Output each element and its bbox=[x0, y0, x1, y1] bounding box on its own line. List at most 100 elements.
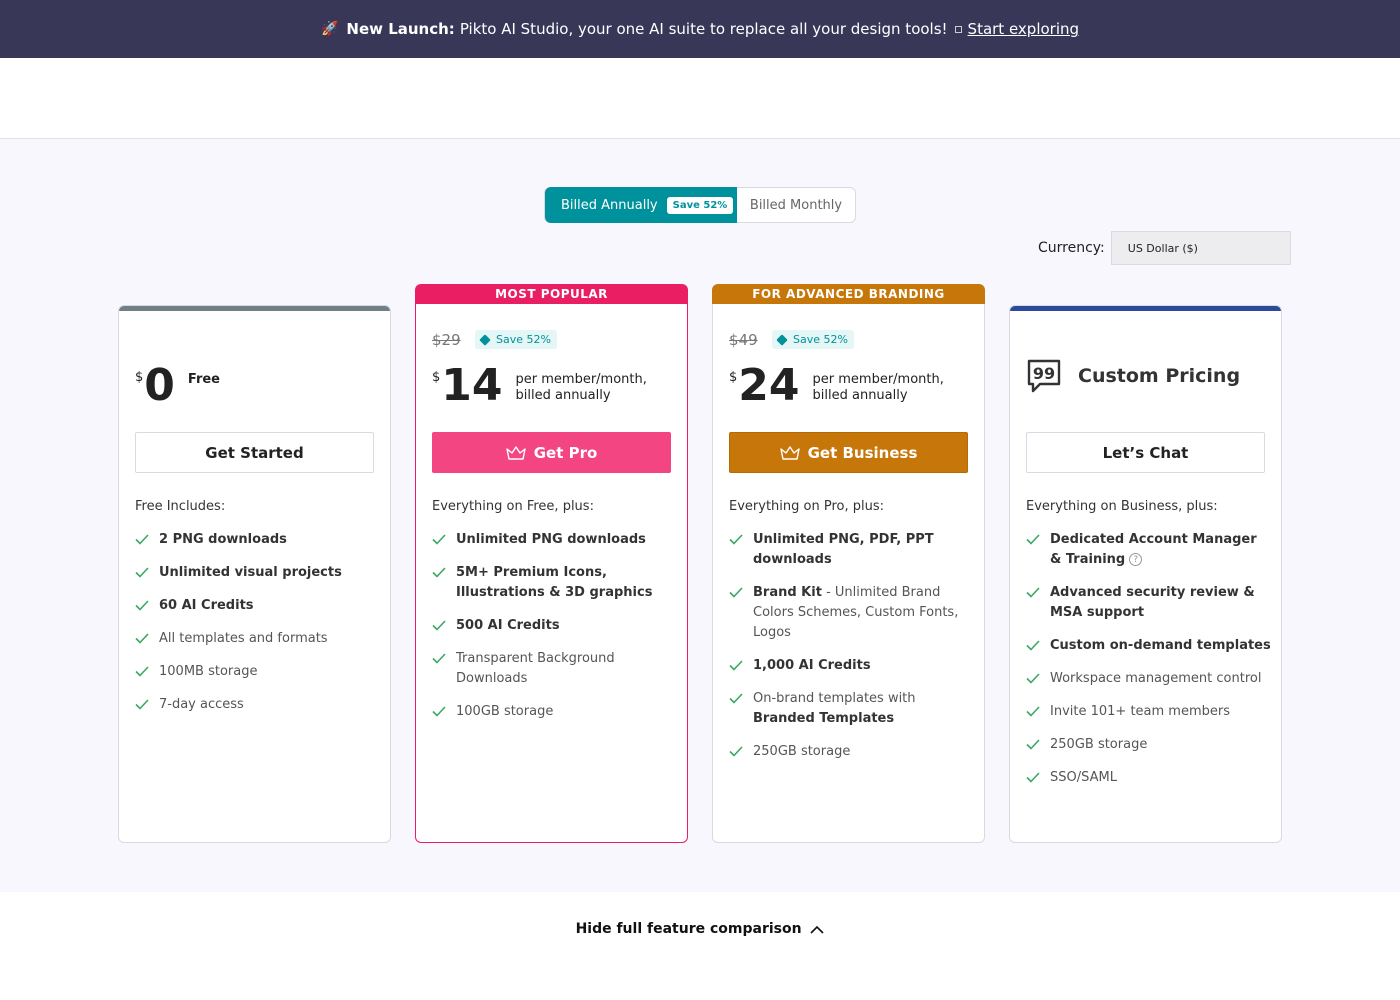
plan-accent-bar bbox=[119, 306, 390, 311]
plan-price: $ 14 per member/month, billed annually bbox=[432, 364, 686, 408]
plan-includes-heading: Everything on Pro, plus: bbox=[729, 499, 884, 514]
check-icon bbox=[1026, 640, 1040, 651]
list-item: 7-day access bbox=[135, 695, 380, 715]
check-icon bbox=[135, 633, 149, 644]
check-icon bbox=[1026, 706, 1040, 717]
list-item: 100GB storage bbox=[432, 702, 677, 722]
list-item: Unlimited PNG, PDF, PPT downloads bbox=[729, 530, 974, 570]
banner-text: Pikto AI Studio, your one AI suite to re… bbox=[459, 20, 948, 38]
price-amount: 0 bbox=[144, 360, 175, 411]
get-started-button[interactable]: Get Started bbox=[135, 432, 374, 473]
check-icon bbox=[135, 666, 149, 677]
check-icon bbox=[432, 534, 446, 545]
get-pro-button[interactable]: Get Pro bbox=[432, 432, 671, 473]
plan-card-free: $ 0 Free Get Started Free Includes: 2 PN… bbox=[118, 305, 391, 843]
list-item: Unlimited visual projects bbox=[135, 563, 380, 583]
plan-card-business: FOR ADVANCED BRANDING $49 Save 52% $ 24 … bbox=[712, 284, 985, 843]
currency-symbol: $ bbox=[729, 370, 738, 385]
feature-list: Unlimited PNG, PDF, PPT downloads Brand … bbox=[729, 530, 974, 775]
plan-includes-heading: Free Includes: bbox=[135, 499, 226, 514]
list-item: 60 AI Credits bbox=[135, 596, 380, 616]
list-item: 250GB storage bbox=[729, 742, 974, 762]
list-item: Custom on-demand templates bbox=[1026, 636, 1271, 656]
check-icon bbox=[432, 567, 446, 578]
list-item: 5M+ Premium Icons, Illustrations & 3D gr… bbox=[432, 563, 677, 603]
currency-symbol: $ bbox=[135, 370, 144, 385]
navbar bbox=[0, 58, 1400, 139]
check-icon bbox=[135, 534, 149, 545]
old-price: $49 bbox=[729, 331, 758, 349]
rocket-icon: 🚀 bbox=[320, 21, 339, 37]
old-price: $29 bbox=[432, 331, 461, 349]
check-icon bbox=[729, 534, 743, 545]
billed-monthly-option[interactable]: Billed Monthly bbox=[737, 188, 855, 222]
currency-label: Currency: bbox=[1038, 240, 1105, 256]
advanced-branding-ribbon: FOR ADVANCED BRANDING bbox=[712, 284, 985, 304]
plan-card-pro: MOST POPULAR $29 Save 52% $ 14 per membe… bbox=[415, 284, 688, 843]
list-item: 2 PNG downloads bbox=[135, 530, 380, 550]
help-icon[interactable]: ? bbox=[1129, 553, 1143, 566]
quote-bubble-icon: 99 bbox=[1027, 359, 1061, 393]
plan-accent-bar bbox=[1010, 306, 1281, 311]
square-icon bbox=[954, 25, 962, 33]
check-icon bbox=[729, 660, 743, 671]
plan-includes-heading: Everything on Free, plus: bbox=[432, 499, 594, 514]
crown-icon bbox=[779, 445, 800, 460]
price-amount: 24 bbox=[738, 360, 800, 411]
currency-select[interactable]: US Dollar ($) bbox=[1110, 231, 1291, 265]
price-description: Free bbox=[187, 372, 220, 387]
check-icon bbox=[135, 699, 149, 710]
check-icon bbox=[1026, 587, 1040, 598]
save-badge: Save 52% bbox=[475, 330, 557, 349]
check-icon bbox=[1026, 673, 1040, 684]
price-description: per member/month, billed annually bbox=[515, 372, 647, 403]
currency-selector: Currency: US Dollar ($) bbox=[1038, 231, 1291, 265]
plan-card-enterprise: 99 Custom Pricing Let’s Chat Everything … bbox=[1009, 305, 1282, 843]
lets-chat-button[interactable]: Let’s Chat bbox=[1026, 432, 1265, 473]
currency-symbol: $ bbox=[432, 370, 441, 385]
check-icon bbox=[1026, 534, 1040, 545]
check-icon bbox=[729, 587, 743, 598]
billing-toggle: Billed Annually Save 52% Billed Monthly bbox=[544, 187, 856, 223]
annual-save-badge: Save 52% bbox=[666, 196, 734, 214]
check-icon bbox=[729, 693, 743, 704]
list-item: On-brand templates with Branded Template… bbox=[729, 689, 974, 729]
svg-text:99: 99 bbox=[1033, 364, 1055, 383]
plan-price: $ 24 per member/month, billed annually bbox=[729, 364, 983, 408]
list-item: 100MB storage bbox=[135, 662, 380, 682]
plan-includes-heading: Everything on Business, plus: bbox=[1026, 499, 1218, 514]
get-business-button[interactable]: Get Business bbox=[729, 432, 968, 473]
custom-pricing-heading: 99 Custom Pricing bbox=[1026, 358, 1240, 394]
chevron-up-icon bbox=[810, 925, 825, 934]
feature-list: Unlimited PNG downloads 5M+ Premium Icon… bbox=[432, 530, 677, 735]
tag-icon bbox=[776, 333, 788, 346]
save-badge: Save 52% bbox=[772, 330, 854, 349]
list-item: Workspace management control bbox=[1026, 669, 1271, 689]
check-icon bbox=[729, 746, 743, 757]
check-icon bbox=[135, 600, 149, 611]
list-item: Invite 101+ team members bbox=[1026, 702, 1271, 722]
list-item: SSO/SAML bbox=[1026, 768, 1271, 788]
billed-annually-option[interactable]: Billed Annually Save 52% bbox=[545, 187, 737, 223]
feature-list: 2 PNG downloads Unlimited visual project… bbox=[135, 530, 380, 728]
list-item: 1,000 AI Credits bbox=[729, 656, 974, 676]
check-icon bbox=[432, 653, 446, 664]
pricing-section: Billed Annually Save 52% Billed Monthly … bbox=[0, 139, 1400, 892]
crown-icon bbox=[506, 445, 526, 460]
list-item: Unlimited PNG downloads bbox=[432, 530, 677, 550]
price-amount: 14 bbox=[441, 360, 503, 411]
list-item: All templates and formats bbox=[135, 629, 380, 649]
plan-price: $ 0 Free bbox=[135, 364, 358, 408]
hide-feature-comparison-toggle[interactable]: Hide full feature comparison bbox=[0, 921, 1400, 937]
list-item: Advanced security review & MSA support bbox=[1026, 583, 1271, 623]
custom-pricing-title: Custom Pricing bbox=[1078, 365, 1241, 387]
check-icon bbox=[1026, 739, 1040, 750]
banner-prefix: New Launch: bbox=[346, 20, 455, 38]
check-icon bbox=[135, 567, 149, 578]
check-icon bbox=[1026, 772, 1040, 783]
billed-annually-label: Billed Annually bbox=[561, 197, 658, 213]
start-exploring-link[interactable]: Start exploring bbox=[968, 20, 1079, 38]
list-item: Brand Kit - Unlimited Brand Colors Schem… bbox=[729, 583, 974, 643]
list-item: 500 AI Credits bbox=[432, 616, 677, 636]
list-item: Transparent Background Downloads bbox=[432, 649, 677, 689]
